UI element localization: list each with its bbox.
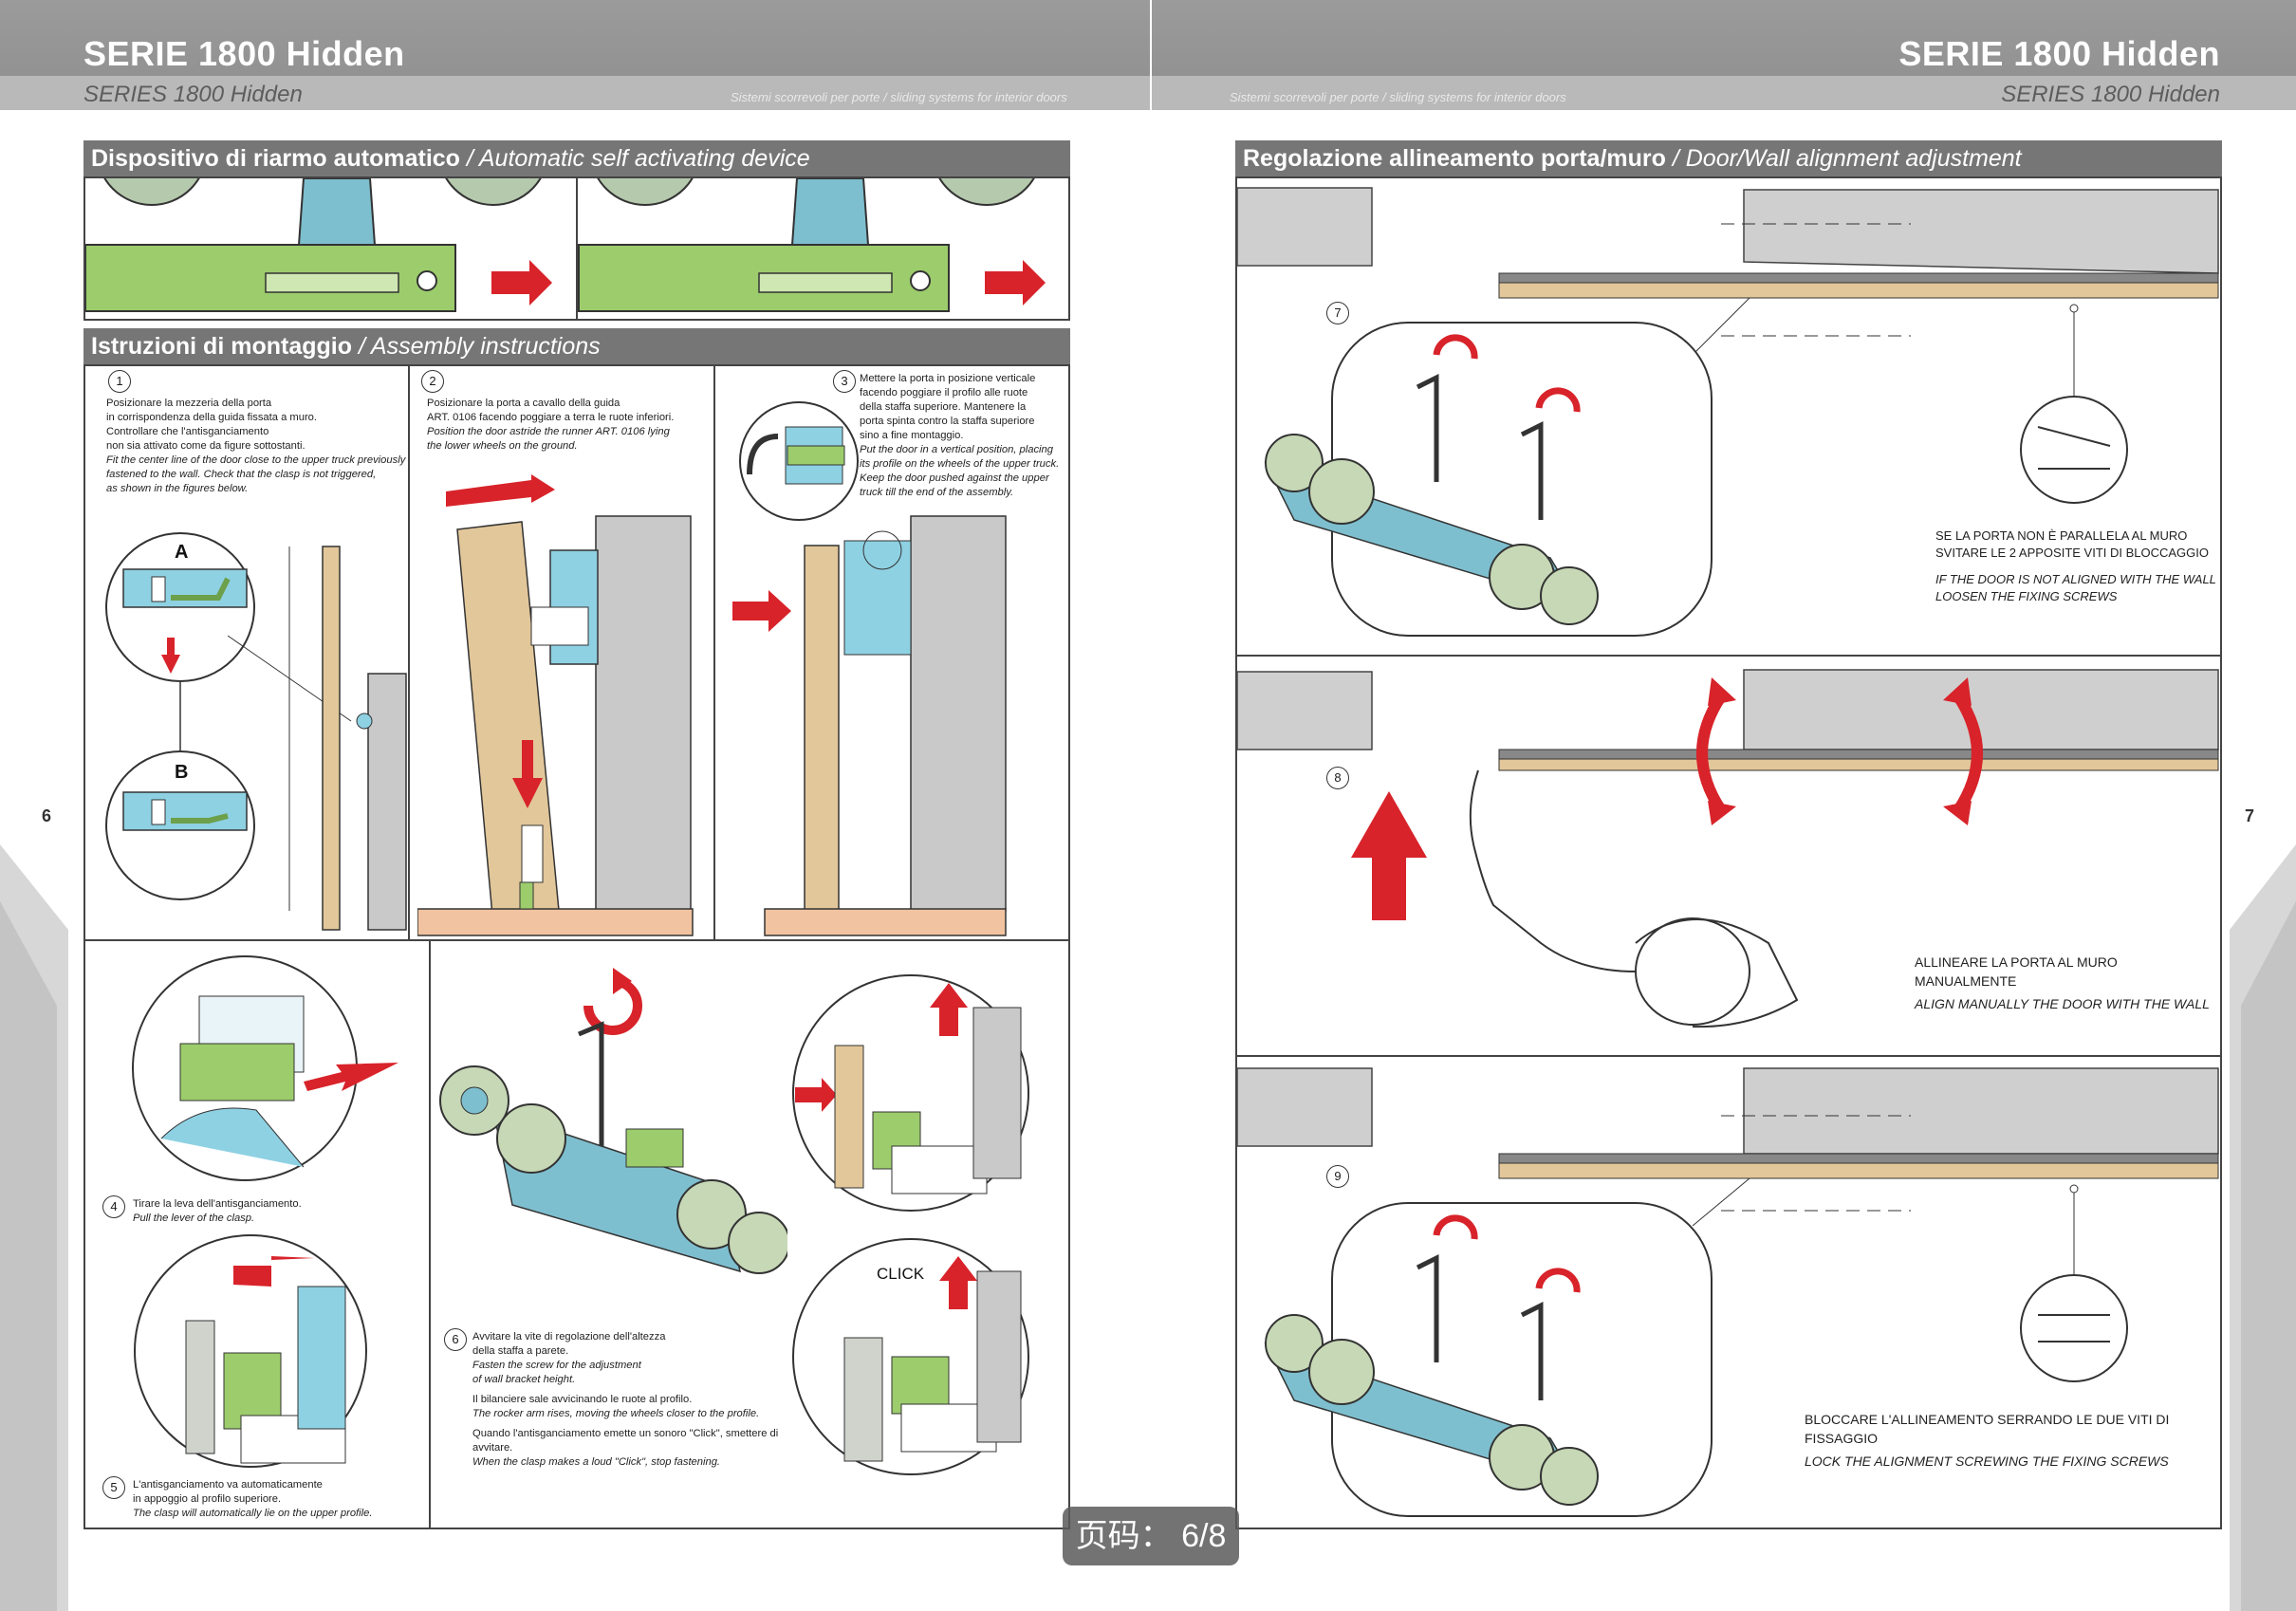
- right-header-tagline: Sistemi scorrevoli per porte / sliding s…: [1230, 90, 1566, 104]
- step-1-it-line: Posizionare la mezzeria della porta: [106, 398, 272, 409]
- step-6-en-line: Fasten the screw for the adjustment: [472, 1360, 641, 1371]
- step-7-text: SE LA PORTA NON È PARALLELA AL MURO SVIT…: [1935, 528, 2220, 605]
- right-page-number: 7: [2245, 806, 2255, 825]
- section-bar-assembly: Istruzioni di montaggio / Assembly instr…: [83, 328, 1070, 364]
- section-bar-alignment: Regolazione allineamento porta/muro / Do…: [1235, 140, 2222, 176]
- step-7-number: 7: [1326, 302, 1349, 324]
- step-2-number: 2: [421, 370, 444, 393]
- step-3-number: 3: [833, 370, 856, 393]
- step-5-it-line: in appoggio al profilo superiore.: [133, 1493, 282, 1505]
- step-7-it-line: SE LA PORTA NON È PARALLELA AL MURO: [1935, 528, 2188, 543]
- step-2-illustration: [417, 474, 694, 936]
- step-6-illustration: [439, 968, 787, 1274]
- step-9-en-line: LOCK THE ALIGNMENT SCREWING THE FIXING S…: [1805, 1454, 2169, 1469]
- step-6-en-line: The rocker arm rises, moving the wheels …: [472, 1408, 760, 1419]
- step-1-illustration: A B: [105, 532, 407, 931]
- step-6-it-line: Quando l'antisganciamento emette un sono…: [472, 1428, 779, 1454]
- section-title-it: Regolazione allineamento porta/muro: [1243, 145, 1666, 172]
- step-2-en-line: the lower wheels on the ground.: [427, 440, 578, 452]
- step-1-it-line: non sia attivato come da figure sottosta…: [106, 440, 306, 452]
- step-6-it-line: Avvitare la vite di regolazione dell'alt…: [472, 1331, 666, 1342]
- section-title-it: Dispositivo di riarmo automatico: [91, 145, 460, 172]
- automatic-device-panel: [83, 176, 1070, 321]
- step-6-detail-bottom: CLICK: [792, 1238, 1029, 1475]
- step-6-detail-top: [792, 974, 1029, 1212]
- section-title-en: / Assembly instructions: [358, 333, 601, 360]
- step-4-text: Tirare la leva dell'antisganciamento. Pu…: [133, 1197, 417, 1226]
- step-2-it-line: Posizionare la porta a cavallo della gui…: [427, 398, 620, 409]
- step-4-illustration: [132, 955, 398, 1181]
- step-5-it-line: L'antisganciamento va automaticamente: [133, 1479, 323, 1491]
- step-1-it-line: in corrispondenza della guida fissata a …: [106, 412, 318, 423]
- step-4-number: 4: [102, 1195, 125, 1218]
- step-1-en-line: as shown in the figures below.: [106, 483, 249, 494]
- step-2-en-line: Position the door astride the runner ART…: [427, 426, 670, 437]
- step-4-it-line: Tirare la leva dell'antisganciamento.: [133, 1198, 302, 1210]
- right-header-title: SERIE 1800 Hidden: [1898, 34, 2220, 73]
- section-title-it: Istruzioni di montaggio: [91, 333, 352, 360]
- step-1-it-line: Controllare che l'antisganciamento: [106, 426, 269, 437]
- step-5-text: L'antisganciamento va automaticamente in…: [133, 1478, 417, 1521]
- left-edge-decoration: [0, 844, 68, 1611]
- left-header-subtitle: SERIES 1800 Hidden: [83, 82, 303, 107]
- right-edge-decoration: [2230, 844, 2296, 1611]
- step-7-it-line: SVITARE LE 2 APPOSITE VITI DI BLOCCAGGIO: [1935, 546, 2210, 560]
- step-9-it-line: BLOCCARE L'ALLINEAMENTO SERRANDO LE DUE …: [1805, 1412, 2170, 1446]
- step-5-number: 5: [102, 1476, 125, 1499]
- step-3-illustration: [732, 401, 1007, 936]
- section-bar-automatic-device: Dispositivo di riarmo automatico / Autom…: [83, 140, 1070, 176]
- step-1-text: Posizionare la mezzeria della porta in c…: [106, 397, 410, 496]
- step-6-text: Avvitare la vite di regolazione dell'alt…: [472, 1330, 814, 1470]
- step-8-number: 8: [1326, 767, 1349, 789]
- step-6-it-line: della staffa a parete.: [472, 1345, 569, 1357]
- step-6-it-line: Il bilanciere sale avvicinando le ruote …: [472, 1394, 693, 1405]
- page-indicator-badge: 页码： 6/8: [1063, 1507, 1239, 1565]
- assembly-col-divider: [713, 364, 715, 939]
- step-2-text: Posizionare la porta a cavallo della gui…: [427, 397, 712, 454]
- step-8-it-line: ALLINEARE LA PORTA AL MURO MANUALMENTE: [1915, 954, 2118, 989]
- step-1-label-b: B: [175, 762, 188, 783]
- step-9-text: BLOCCARE L'ALLINEAMENTO SERRANDO LE DUE …: [1805, 1410, 2222, 1471]
- left-page-number: 6: [42, 806, 52, 825]
- step-8-text: ALLINEARE LA PORTA AL MURO MANUALMENTE A…: [1915, 953, 2218, 1013]
- step-6-en-line: When the clasp makes a loud "Click", sto…: [472, 1456, 721, 1468]
- step-5-en-line: The clasp will automatically lie on the …: [133, 1508, 373, 1519]
- step-5-illustration: [134, 1234, 367, 1468]
- step-6-click-label: CLICK: [877, 1265, 925, 1283]
- step-1-number: 1: [108, 370, 131, 393]
- left-header-title: SERIE 1800 Hidden: [83, 34, 405, 73]
- alignment-row-divider: [1235, 1055, 2222, 1057]
- step-2-it-line: ART. 0106 facendo poggiare a terra le ru…: [427, 412, 675, 423]
- assembly-row-divider: [83, 939, 1070, 941]
- step-7-en-line: LOOSEN THE FIXING SCREWS: [1935, 589, 2118, 603]
- step-6-en-line: of wall bracket height.: [472, 1374, 576, 1385]
- step-9-number: 9: [1326, 1165, 1349, 1188]
- step-3-it-line: Mettere la porta in posizione verticale: [860, 373, 1036, 384]
- assembly-col-divider: [429, 939, 431, 1529]
- step-1-en-line: Fit the center line of the door close to…: [106, 454, 406, 466]
- alignment-row-divider: [1235, 655, 2222, 657]
- left-header-tagline: Sistemi scorrevoli per porte / sliding s…: [731, 90, 1067, 104]
- step-1-en-line: fastened to the wall. Check that the cla…: [106, 469, 377, 480]
- step-6-number: 6: [444, 1328, 467, 1351]
- section-title-en: / Automatic self activating device: [466, 145, 810, 172]
- step-8-en-line: ALIGN MANUALLY THE DOOR WITH THE WALL: [1915, 996, 2210, 1011]
- step-4-en-line: Pull the lever of the clasp.: [133, 1213, 255, 1224]
- automatic-device-illustration: [85, 178, 1046, 319]
- step-7-en-line: IF THE DOOR IS NOT ALIGNED WITH THE WALL: [1935, 572, 2216, 586]
- section-title-en: / Door/Wall alignment adjustment: [1672, 145, 2022, 172]
- right-header-subtitle: SERIES 1800 Hidden: [2001, 82, 2220, 107]
- step-1-label-a: A: [175, 542, 188, 563]
